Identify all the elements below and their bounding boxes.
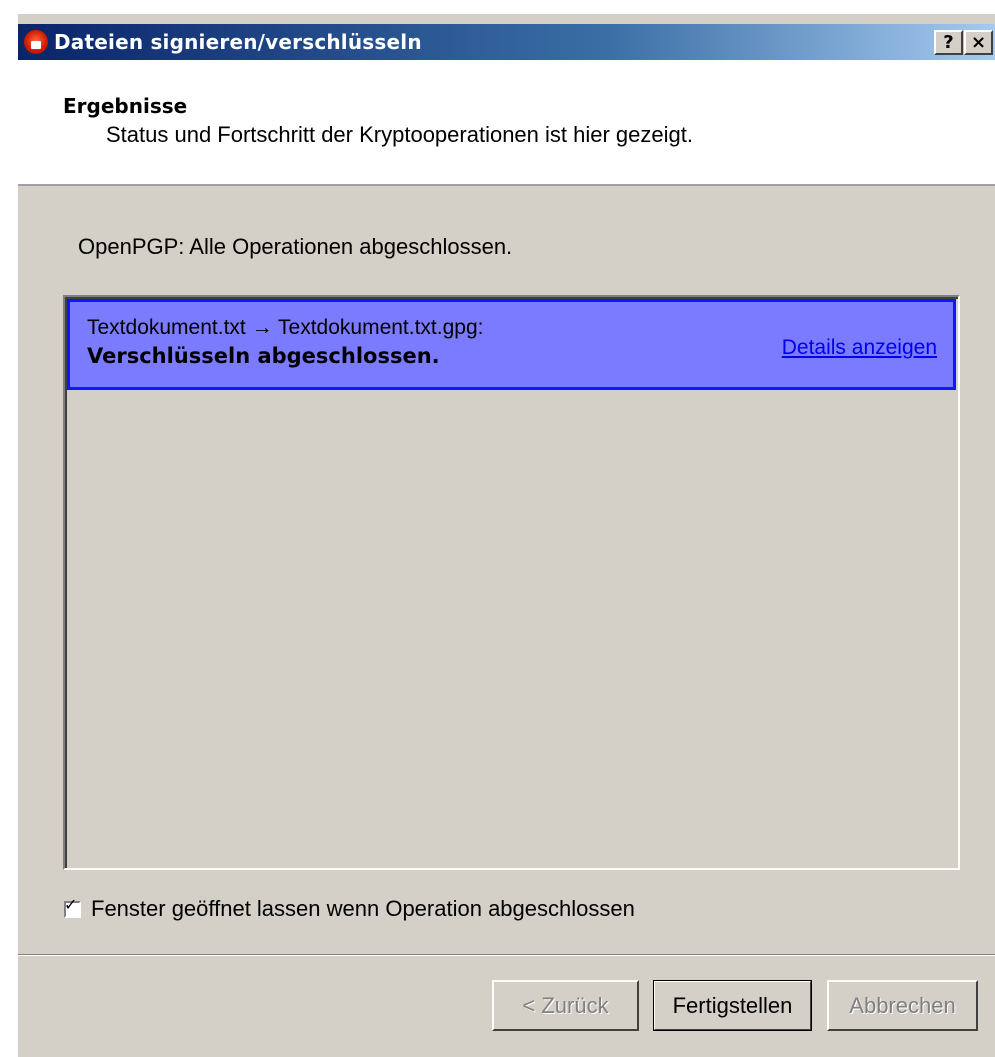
keep-open-option[interactable]: ✓ Fenster geöffnet lassen wenn Operation… xyxy=(64,896,635,922)
finish-button[interactable]: Fertigstellen xyxy=(653,980,812,1031)
results-list[interactable]: Textdokument.txt → Textdokument.txt.gpg:… xyxy=(63,295,960,870)
page-subtitle: Status und Fortschritt der Kryptooperati… xyxy=(106,122,693,147)
kleopatra-app-icon xyxy=(24,30,48,54)
back-button[interactable]: < Zurück xyxy=(492,980,639,1031)
show-details-link[interactable]: Details anzeigen xyxy=(782,336,937,360)
title-bar[interactable]: Dateien signieren/verschlüsseln ? × xyxy=(18,24,995,60)
cancel-button[interactable]: Abbrechen xyxy=(827,980,978,1031)
result-item[interactable]: Textdokument.txt → Textdokument.txt.gpg:… xyxy=(67,299,956,390)
window-title: Dateien signieren/verschlüsseln xyxy=(54,30,422,54)
wizard-header: Ergebnisse Status und Fortschritt der Kr… xyxy=(18,60,995,186)
page-title: Ergebnisse xyxy=(63,94,188,118)
help-button[interactable]: ? xyxy=(934,30,963,55)
keep-open-checkbox[interactable]: ✓ xyxy=(64,896,81,918)
result-file-mapping: Textdokument.txt → Textdokument.txt.gpg: xyxy=(87,316,484,339)
finish-button-label: Fertigstellen xyxy=(672,992,793,1018)
result-status: Verschlüsseln abgeschlossen. xyxy=(87,344,440,368)
operation-status-text: OpenPGP: Alle Operationen abgeschlossen. xyxy=(78,234,513,259)
checkmark-icon: ✓ xyxy=(64,894,78,914)
button-separator xyxy=(18,954,995,956)
sign-encrypt-dialog: Dateien signieren/verschlüsseln ? × Erge… xyxy=(18,14,995,1057)
keep-open-label[interactable]: Fenster geöffnet lassen wenn Operation a… xyxy=(91,896,635,922)
close-button[interactable]: × xyxy=(964,30,993,55)
